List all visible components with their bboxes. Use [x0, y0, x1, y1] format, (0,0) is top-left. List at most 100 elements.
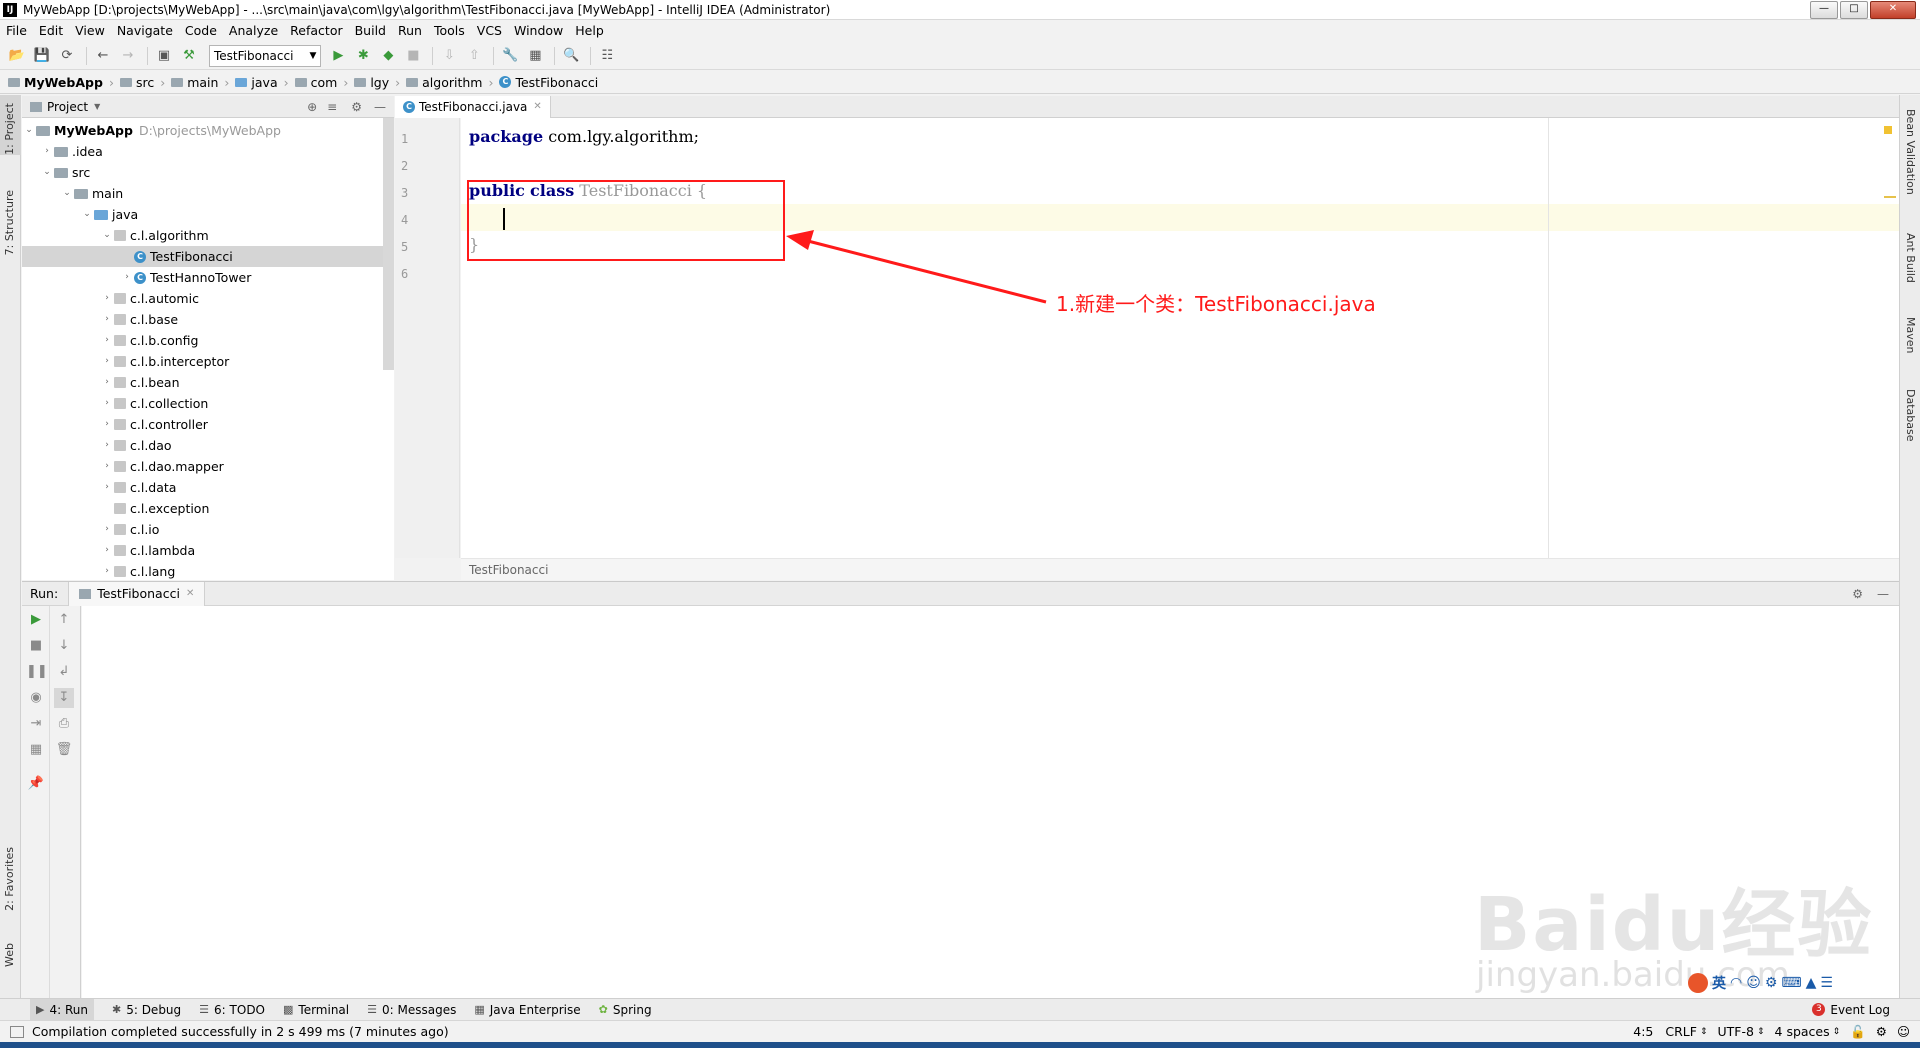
project-structure-icon[interactable]: ▦ [524, 45, 546, 67]
collapse-all-icon[interactable]: ≡ [327, 100, 337, 114]
open-folder-icon[interactable]: 📂 [6, 45, 28, 67]
tree-item[interactable]: › c.l.dao [100, 435, 171, 456]
menu-build[interactable]: Build [349, 20, 392, 42]
close-tab-icon[interactable]: ✕ [186, 588, 194, 599]
pin-icon[interactable]: 📌 [26, 774, 46, 794]
tool-web[interactable]: Web [3, 943, 16, 967]
run-config-select[interactable]: TestFibonacci ▼ [209, 44, 322, 67]
tool-bean-validation[interactable]: Bean Validation [1904, 109, 1917, 195]
tree-item[interactable]: › c.l.lambda [100, 540, 195, 561]
lock-icon[interactable]: 🔓 [1850, 1024, 1866, 1040]
tool-favorites[interactable]: 2: Favorites [3, 847, 16, 911]
breadcrumb-class[interactable]: C TestFibonacci [499, 75, 598, 90]
camera-icon[interactable]: ◉ [26, 688, 46, 708]
toolwin-messages[interactable]: ☰ 0: Messages [367, 1003, 456, 1017]
tasks-icon[interactable]: ☷ [596, 45, 618, 67]
menu-run[interactable]: Run [392, 20, 428, 42]
menu-edit[interactable]: Edit [33, 20, 69, 42]
vcs-commit-icon[interactable]: ⇧ [463, 45, 485, 67]
tree-item[interactable]: ⌄ main [60, 183, 123, 204]
soft-wrap-icon[interactable]: ↲ [54, 662, 74, 682]
gear-icon[interactable]: ⚙ [351, 100, 362, 114]
tree-item[interactable]: ⌄ c.l.algorithm [100, 225, 208, 246]
scroll-to-end-icon[interactable]: ↧ [54, 688, 74, 708]
status-indicator-icon[interactable] [10, 1025, 24, 1038]
tree-item[interactable]: › c.l.data [100, 477, 176, 498]
tree-item[interactable]: › c.l.bean [100, 372, 179, 393]
menu-analyze[interactable]: Analyze [223, 20, 284, 42]
coverage-icon[interactable]: ◆ [377, 45, 399, 67]
project-tree-scrollbar[interactable] [383, 118, 394, 370]
tab-testfibonacci[interactable]: C TestFibonacci.java ✕ [395, 95, 551, 118]
tree-item[interactable]: › c.l.automic [100, 288, 199, 309]
tree-item[interactable]: › c.l.io [100, 519, 159, 540]
menu-help[interactable]: Help [569, 20, 610, 42]
menu-window[interactable]: Window [508, 20, 569, 42]
layout-icon[interactable]: ▦ [26, 740, 46, 760]
tree-item[interactable]: › .idea [40, 141, 103, 162]
status-message[interactable]: Compilation completed successfully in 2 … [32, 1024, 449, 1039]
ime-settings-icon[interactable]: ⚙ [1765, 975, 1778, 991]
trash-icon[interactable]: 🗑 [54, 740, 74, 760]
ime-lang[interactable]: 英 [1712, 973, 1726, 993]
tree-item[interactable]: › c.l.lang [100, 561, 175, 580]
tree-item[interactable]: ⌄ java [80, 204, 138, 225]
back-arrow-icon[interactable]: ← [92, 45, 114, 67]
chevron-down-icon[interactable]: ▼ [94, 102, 100, 111]
hector-face-icon[interactable]: ☺ [1897, 1024, 1910, 1039]
toolwin-terminal[interactable]: ▩ Terminal [283, 1003, 349, 1017]
tree-item[interactable]: › c.l.dao.mapper [100, 456, 224, 477]
tree-item-selected[interactable]: C TestFibonacci [134, 246, 233, 267]
exit-icon[interactable]: ⇥ [26, 714, 46, 734]
menu-vcs[interactable]: VCS [471, 20, 508, 42]
tool-database[interactable]: Database [1904, 389, 1917, 442]
ime-emoji-icon[interactable]: ☺ [1746, 975, 1761, 991]
ime-keyboard-icon[interactable]: ⌨ [1781, 975, 1801, 991]
minimize-icon[interactable]: — [1810, 0, 1838, 19]
stop-icon[interactable]: ■ [26, 636, 46, 656]
tool-structure[interactable]: 7: Structure [3, 190, 16, 255]
search-icon[interactable]: 🔍 [560, 45, 582, 67]
ime-punct-icon[interactable]: ◠ [1730, 975, 1742, 991]
menu-view[interactable]: View [69, 20, 111, 42]
settings-wrench-icon[interactable]: 🔧 [499, 45, 521, 67]
tree-root[interactable]: ⌄ MyWebApp D:\projects\MyWebApp [22, 120, 281, 141]
toolwin-event-log[interactable]: 3 Event Log [1812, 1003, 1890, 1017]
line-separator[interactable]: CRLF [1665, 1024, 1697, 1039]
run-icon[interactable]: ▶ [327, 45, 349, 67]
project-view-label[interactable]: Project [47, 100, 88, 114]
locate-target-icon[interactable]: ⊕ [307, 100, 317, 114]
tree-item[interactable]: › c.l.controller [100, 414, 208, 435]
breadcrumb-algorithm[interactable]: algorithm › [406, 75, 493, 90]
tool-ant-build[interactable]: Ant Build [1904, 233, 1917, 283]
git-branch-icon[interactable]: ⚙ [1876, 1024, 1887, 1039]
gear-icon[interactable]: ⚙ [1852, 587, 1863, 601]
tree-item[interactable]: c.l.exception [114, 498, 209, 519]
maximize-icon[interactable]: □ [1840, 0, 1868, 19]
tool-maven[interactable]: Maven [1904, 317, 1917, 353]
breadcrumb-lgy[interactable]: lgy › [354, 75, 400, 90]
breadcrumb-src[interactable]: src › [119, 75, 165, 90]
menu-code[interactable]: Code [179, 20, 223, 42]
print-icon[interactable]: ⎙ [54, 714, 74, 734]
breadcrumb-project[interactable]: MyWebApp › [8, 75, 114, 90]
hide-panel-icon[interactable]: — [374, 100, 386, 114]
menu-tools[interactable]: Tools [428, 20, 471, 42]
close-tab-icon[interactable]: ✕ [533, 101, 541, 112]
tree-item[interactable]: › c.l.base [100, 309, 178, 330]
save-icon[interactable]: 💾 [31, 45, 53, 67]
run-tab[interactable]: TestFibonacci ✕ [68, 581, 206, 606]
scroll-down-icon[interactable]: ↓ [54, 636, 74, 656]
warning-stripe[interactable] [1884, 196, 1896, 198]
tree-item[interactable]: › c.l.b.interceptor [100, 351, 229, 372]
toolwin-todo[interactable]: ☰ 6: TODO [199, 1003, 265, 1017]
debug-bug-icon[interactable]: ✱ [352, 45, 374, 67]
ime-skin-icon[interactable]: ▲ [1806, 975, 1817, 991]
toolwin-spring[interactable]: ✿ Spring [599, 1003, 652, 1017]
vcs-update-icon[interactable]: ⇩ [438, 45, 460, 67]
build-hammer-icon[interactable]: ⚒ [178, 45, 200, 67]
window-icon[interactable]: ▣ [153, 45, 175, 67]
toolwin-java-enterprise[interactable]: ▦ Java Enterprise [474, 1003, 580, 1017]
menu-file[interactable]: File [0, 20, 33, 42]
rerun-icon[interactable]: ▶ [26, 610, 46, 630]
